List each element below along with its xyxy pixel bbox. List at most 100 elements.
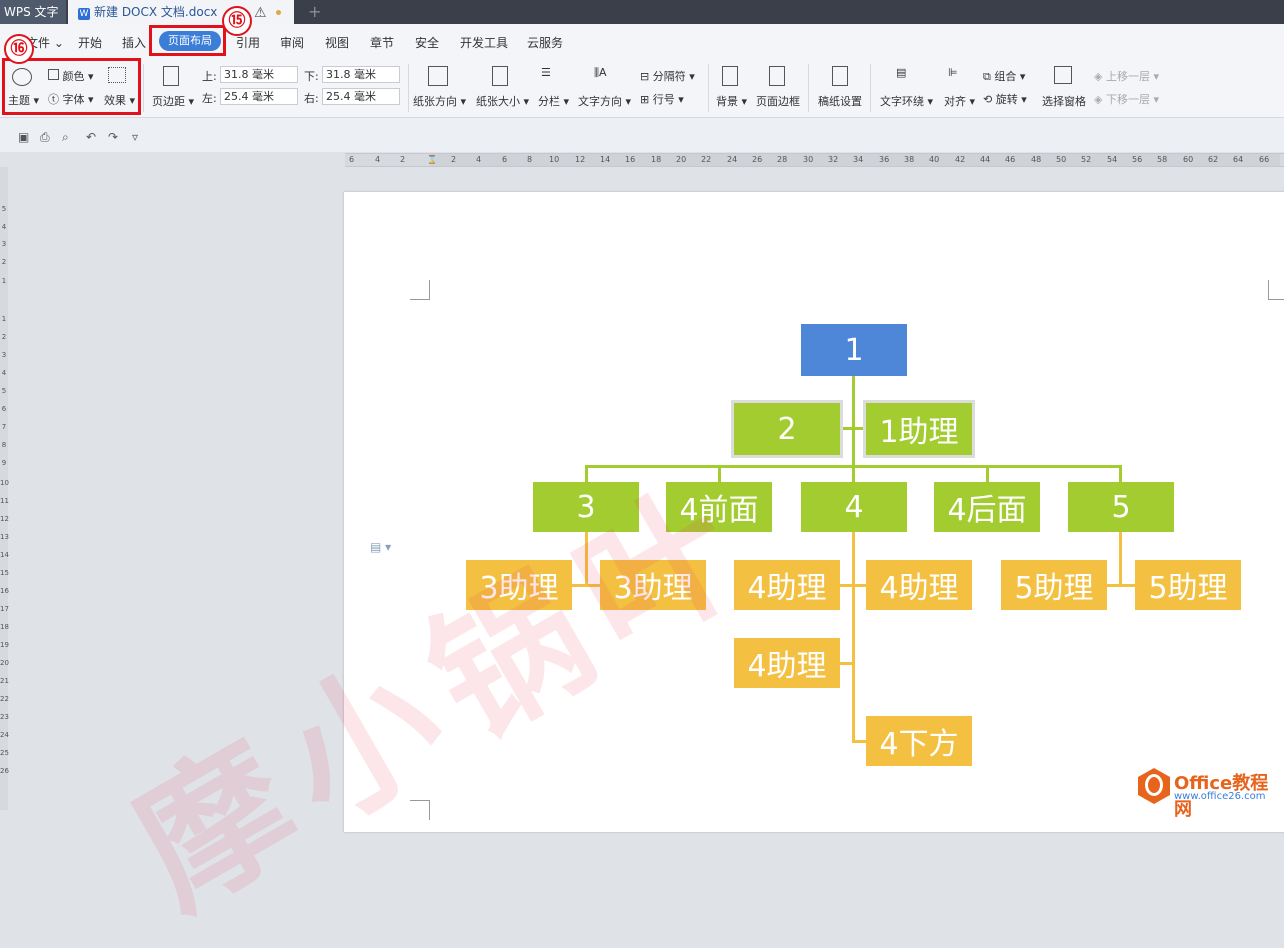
menu-review[interactable]: 审阅 [280, 34, 304, 51]
ruler-tick: 46 [1005, 155, 1016, 164]
orgchart-assistant-box[interactable]: 5助理 [1001, 560, 1107, 610]
layers-down-icon: ◈ [1094, 93, 1103, 106]
rotate-button[interactable]: ⟲ 旋转 ▾ [983, 91, 1027, 107]
draft-paper-button[interactable]: 稿纸设置 [818, 93, 862, 109]
print-icon[interactable]: ⎙ [40, 130, 50, 145]
tab-document-label: 新建 DOCX 文档.docx [94, 5, 218, 19]
tab-document[interactable]: W 新建 DOCX 文档.docx ⚠ [68, 0, 294, 24]
horizontal-ruler[interactable]: 6 4 2 ⌛ 2 4 6 8 10 12 14 16 18 20 22 24 … [345, 153, 1284, 167]
margin-corner-mark [1268, 280, 1284, 300]
document-icon: W [78, 8, 90, 20]
ruler-tick: 56 [1132, 155, 1143, 164]
orientation-button[interactable]: 纸张方向 ▾ [413, 93, 466, 109]
orgchart-assistant-box[interactable]: 4助理 [866, 560, 972, 610]
customize-icon[interactable]: ▿ [132, 130, 138, 144]
ruler-tick: 24 [0, 731, 9, 739]
menu-cloud[interactable]: 云服务 [527, 34, 563, 51]
annotation-number-15: ⑮ [222, 6, 252, 36]
orgchart-child-box[interactable]: 4 [801, 482, 907, 532]
connector-line [840, 662, 854, 665]
send-backward-button[interactable]: ◈ 下移一层 ▾ [1094, 91, 1159, 107]
ruler-tick: 24 [727, 155, 738, 164]
orgchart-child-box[interactable]: 3 [533, 482, 639, 532]
margin-corner-mark [410, 280, 430, 300]
background-button[interactable]: 背景 ▾ [716, 93, 747, 109]
ruler-tick: 48 [1031, 155, 1042, 164]
orgchart-below-box[interactable]: 4下方 [866, 716, 972, 766]
margins-button[interactable]: 页边距 ▾ [152, 93, 194, 109]
ribbon [0, 58, 1284, 118]
menu-home[interactable]: 开始 [78, 34, 102, 51]
menu-developer[interactable]: 开发工具 [460, 34, 508, 51]
menu-security[interactable]: 安全 [415, 34, 439, 51]
orgchart-assistant-box[interactable]: 4助理 [734, 638, 840, 688]
orgchart-child-box[interactable]: 4后面 [934, 482, 1040, 532]
connector-line [585, 465, 588, 482]
align-button[interactable]: 对齐 ▾ [944, 93, 975, 109]
title-bar: WPS 文字 W 新建 DOCX 文档.docx ⚠ + [0, 0, 1284, 24]
ruler-tick: 16 [0, 587, 9, 595]
new-tab-button[interactable]: + [308, 0, 321, 24]
line-number-icon: ⊞ [640, 93, 650, 106]
ruler-tick: 14 [600, 155, 611, 164]
separator-icon: ⊟ [640, 70, 650, 83]
redo-icon[interactable]: ↷ [108, 130, 118, 144]
ruler-tick: 25 [0, 749, 9, 757]
separator-button[interactable]: ⊟ 分隔符 ▾ [640, 68, 695, 84]
group-button[interactable]: ⧉ 组合 ▾ [983, 68, 1025, 84]
orgchart-level2-box[interactable]: 2 [731, 400, 843, 458]
ruler-tick: 2 [451, 155, 457, 164]
warning-icon: ⚠ [254, 5, 267, 21]
orgchart-assistant-box[interactable]: 4助理 [734, 560, 840, 610]
orgchart-assistant-box[interactable]: 1助理 [863, 400, 975, 458]
connector-line [840, 427, 866, 430]
text-direction-icon: ⫼A [594, 66, 607, 79]
ruler-tick: 28 [777, 155, 788, 164]
save-icon[interactable]: ▣ [18, 130, 29, 144]
print-preview-icon[interactable]: ⌕ [62, 130, 69, 145]
ruler-tick: 10 [0, 479, 9, 487]
paper-size-button[interactable]: 纸张大小 ▾ [476, 93, 529, 109]
paragraph-layout-icon[interactable]: ▤ ▾ [370, 540, 391, 554]
menu-references[interactable]: 引用 [236, 34, 260, 51]
ruler-tick: 26 [0, 767, 9, 775]
undo-icon[interactable]: ↶ [86, 130, 96, 144]
bottom-margin-input[interactable]: 31.8 毫米 [322, 66, 400, 83]
menu-insert[interactable]: 插入 [122, 34, 146, 51]
indent-marker-icon[interactable]: ⌛ [427, 155, 437, 164]
orgchart-child-box[interactable]: 4前面 [666, 482, 772, 532]
text-wrap-button[interactable]: 文字环绕 ▾ [880, 93, 933, 109]
page-border-button[interactable]: 页面边框 [756, 93, 800, 109]
ruler-tick: 4 [375, 155, 381, 164]
right-margin-input[interactable]: 25.4 毫米 [322, 88, 400, 105]
orgchart-assistant-box[interactable]: 3助理 [466, 560, 572, 610]
orgchart-root-box[interactable]: 1 [801, 324, 907, 376]
orgchart-assistant-box[interactable]: 5助理 [1135, 560, 1241, 610]
connector-line [852, 740, 866, 743]
connector-line [840, 584, 866, 587]
menu-section[interactable]: 章节 [370, 34, 394, 51]
text-direction-button[interactable]: 文字方向 ▾ [578, 93, 631, 109]
selection-pane-button[interactable]: 选择窗格 [1042, 93, 1086, 109]
connector-line [585, 532, 588, 586]
ruler-tick: 4 [1, 369, 7, 377]
menu-view[interactable]: 视图 [325, 34, 349, 51]
bring-forward-button[interactable]: ◈ 上移一层 ▾ [1094, 68, 1159, 84]
layers-up-icon: ◈ [1094, 70, 1103, 83]
ruler-tick: 50 [1056, 155, 1067, 164]
annotation-number-16: ⑯ [4, 34, 34, 64]
orgchart-assistant-box[interactable]: 3助理 [600, 560, 706, 610]
separator [808, 64, 809, 112]
ruler-tick: 12 [0, 515, 9, 523]
left-margin-input[interactable]: 25.4 毫米 [220, 88, 298, 105]
top-margin-input[interactable]: 31.8 毫米 [220, 66, 298, 83]
ruler-tick: 30 [803, 155, 814, 164]
orgchart-child-box[interactable]: 5 [1068, 482, 1174, 532]
ruler-tick: 40 [929, 155, 940, 164]
tab-wps-writer[interactable]: WPS 文字 [0, 0, 66, 24]
columns-button[interactable]: 分栏 ▾ [538, 93, 569, 109]
ruler-tick: 19 [0, 641, 9, 649]
vertical-ruler[interactable]: 5 4 3 2 1 1 2 3 4 5 6 7 8 9 10 11 12 13 … [0, 167, 9, 810]
line-number-button[interactable]: ⊞ 行号 ▾ [640, 91, 684, 107]
left-margin-label: 左: [202, 92, 217, 105]
